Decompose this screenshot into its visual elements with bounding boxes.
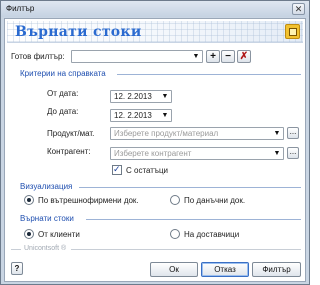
- ready-filter-label: Готов филтър:: [11, 52, 65, 61]
- product-browse-button[interactable]: ...: [287, 127, 299, 139]
- header-banner: Върнати стоки: [7, 21, 303, 43]
- with-stock-checkbox[interactable]: [112, 164, 122, 175]
- chevron-down-icon: ▼: [161, 93, 169, 100]
- visualization-section-heading: Визуализация: [20, 182, 73, 191]
- to-date-picker[interactable]: 12. 2.2013 ▼: [110, 109, 172, 122]
- returned-section-heading: Върнати стоки: [20, 214, 74, 223]
- to-suppliers-label: На доставчици: [184, 230, 240, 239]
- app-logo-icon: [285, 24, 300, 39]
- remove-filter-button[interactable]: −: [221, 50, 235, 63]
- visualization-divider: [79, 187, 301, 188]
- tax-docs-radio[interactable]: [170, 195, 180, 205]
- product-placeholder: Изберете продукт/материал: [114, 129, 219, 138]
- plus-icon: +: [210, 51, 216, 62]
- criteria-divider: [117, 74, 301, 75]
- window-title: Филтър: [6, 4, 35, 13]
- from-date-picker[interactable]: 12. 2.2013 ▼: [110, 90, 172, 103]
- from-date-label: От дата:: [47, 89, 79, 98]
- clear-filter-button[interactable]: ✗: [237, 50, 251, 63]
- returned-divider: [86, 219, 301, 220]
- contractor-placeholder: Изберете контрагент: [114, 149, 192, 158]
- contractor-combo[interactable]: Изберете контрагент ▼: [110, 147, 284, 160]
- internal-docs-radio[interactable]: [24, 195, 34, 205]
- to-date-value: 12. 2.2013: [114, 111, 152, 120]
- tax-docs-label: По данъчни док.: [184, 196, 246, 205]
- chevron-down-icon: ▼: [161, 112, 169, 119]
- title-bar: Филтър ✕: [1, 1, 309, 17]
- ready-filter-combo[interactable]: ▼: [71, 50, 203, 63]
- chevron-down-icon: ▼: [273, 130, 281, 137]
- add-filter-button[interactable]: +: [206, 50, 220, 63]
- brand-label: Unicontsoft ®: [24, 245, 67, 252]
- ok-button[interactable]: Ок: [150, 262, 198, 277]
- contractor-label: Контрагент:: [47, 147, 91, 156]
- footer-divider-right: [71, 249, 301, 250]
- minus-icon: −: [225, 51, 231, 62]
- chevron-down-icon: ▼: [192, 53, 200, 60]
- help-button[interactable]: ?: [11, 262, 23, 275]
- to-date-label: До дата:: [47, 107, 79, 116]
- chevron-down-icon: ▼: [273, 150, 281, 157]
- from-date-value: 12. 2.2013: [114, 92, 152, 101]
- filter-dialog-window: Филтър ✕ Върнати стоки Готов филтър: ▼ +…: [0, 0, 310, 285]
- from-clients-label: От клиенти: [38, 230, 80, 239]
- criteria-section-heading: Критерии на справката: [20, 69, 106, 78]
- dialog-content: Върнати стоки Готов филтър: ▼ + − ✗ Крит…: [4, 18, 306, 282]
- close-button[interactable]: ✕: [292, 3, 305, 15]
- cancel-button[interactable]: Отказ: [201, 262, 249, 277]
- filter-button[interactable]: Филтър: [252, 262, 301, 277]
- help-icon: ?: [14, 264, 20, 273]
- internal-docs-label: По вътрешнофирмени док.: [38, 196, 139, 205]
- footer-divider-left: [11, 249, 21, 250]
- contractor-browse-button[interactable]: ...: [287, 147, 299, 159]
- page-title: Върнати стоки: [15, 24, 142, 40]
- clear-filter-icon: ✗: [239, 51, 249, 62]
- product-label: Продукт/мат.: [47, 129, 95, 138]
- product-combo[interactable]: Изберете продукт/материал ▼: [110, 127, 284, 140]
- with-stock-label: С остатъци: [126, 166, 169, 175]
- to-suppliers-radio[interactable]: [170, 229, 180, 239]
- from-clients-radio[interactable]: [24, 229, 34, 239]
